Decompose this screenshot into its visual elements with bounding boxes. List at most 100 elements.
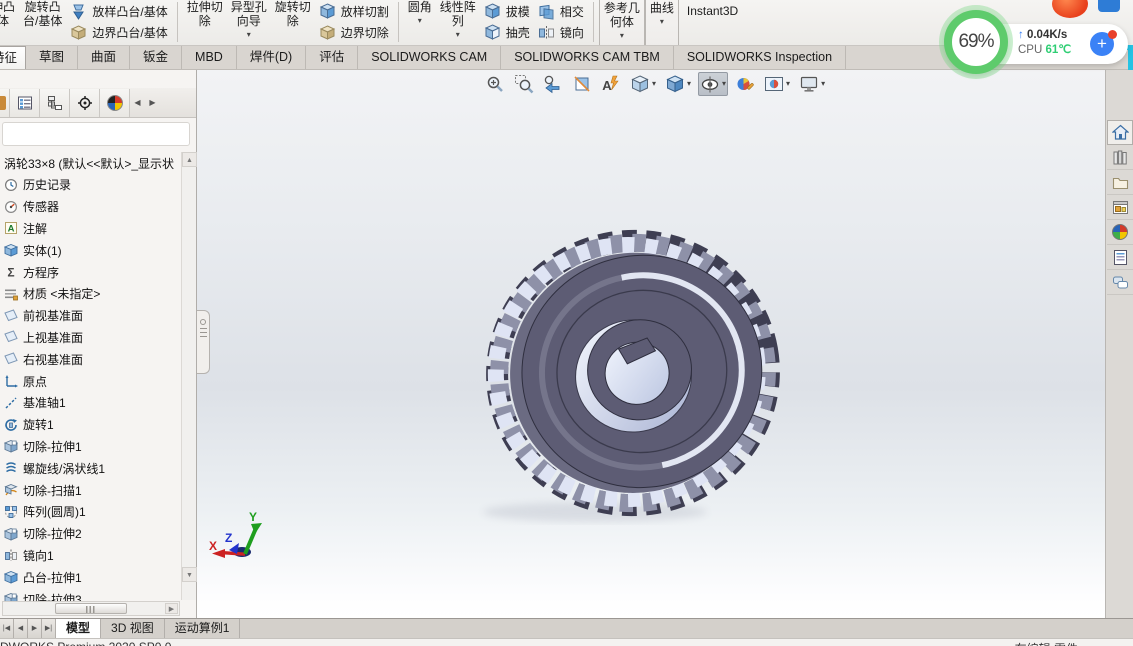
zoom-to-fit-button[interactable] xyxy=(483,72,507,96)
tree-item-cut-extrude2[interactable]: 切除-拉伸2 xyxy=(0,523,180,545)
tree-item-equations[interactable]: 方程序 xyxy=(0,261,180,283)
instant3d-button[interactable]: Instant3D xyxy=(679,2,746,20)
tree-item-sensors[interactable]: 传感器 xyxy=(0,196,180,218)
dropdown-caret-icon[interactable]: ▾ xyxy=(786,79,790,89)
model-tab[interactable]: 模型 xyxy=(56,619,101,638)
extruded-boss-button[interactable]: 拉伸凸 基体 xyxy=(0,0,19,28)
tree-item-history[interactable]: 历史记录 xyxy=(0,174,180,196)
apply-scene-button[interactable]: ▾ xyxy=(762,72,792,96)
boundary-boss-button[interactable]: 边界凸台/基体 xyxy=(66,22,171,43)
dropdown-caret-icon[interactable]: ▾ xyxy=(722,79,726,89)
linear-pattern-button[interactable]: 线性阵 列 ▾ xyxy=(436,0,480,40)
tab-sheet-metal[interactable]: 钣金 xyxy=(130,46,182,69)
forum-tab[interactable] xyxy=(1107,270,1133,295)
file-explorer-tab[interactable] xyxy=(1107,170,1133,195)
tab-weldments[interactable]: 焊件(D) xyxy=(237,46,306,69)
zoom-to-area-button[interactable] xyxy=(512,72,536,96)
graphics-viewport[interactable]: ▾ ▾ ▾ ▾ ▾ xyxy=(196,70,1105,618)
tab-surfaces[interactable]: 曲面 xyxy=(78,46,130,69)
tab-solidworks-inspection[interactable]: SOLIDWORKS Inspection xyxy=(674,46,846,69)
tree-item-revolve[interactable]: 旋转1 xyxy=(0,414,180,436)
tree-item-circular-pattern[interactable]: 阵列(圆周)1 xyxy=(0,501,180,523)
mirror-button[interactable]: 镜向 xyxy=(534,22,588,43)
lofted-cut-button[interactable]: 放样切割 xyxy=(315,1,393,22)
revolved-cut-button[interactable]: 旋转切 除 xyxy=(271,0,315,28)
dropdown-caret-icon[interactable]: ▾ xyxy=(247,30,251,40)
appearances-tab[interactable] xyxy=(1107,220,1133,245)
tab-evaluate[interactable]: 评估 xyxy=(306,46,358,69)
edit-appearance-button[interactable] xyxy=(733,72,757,96)
tree-item-annotations[interactable]: 注解 xyxy=(0,218,180,240)
extruded-cut-button[interactable]: 拉伸切 除 xyxy=(183,0,227,28)
worm-gear-model[interactable] xyxy=(477,225,789,525)
configuration-manager-tab[interactable] xyxy=(70,89,100,117)
tree-item-cut-extrude1[interactable]: 切除-拉伸1 xyxy=(0,436,180,458)
tab-mbd[interactable]: MBD xyxy=(182,46,237,69)
scrollbar-thumb[interactable] xyxy=(55,603,127,614)
panel-tab-partial[interactable] xyxy=(0,89,10,117)
property-manager-tab[interactable] xyxy=(40,89,70,117)
tree-item-helix[interactable]: 螺旋线/涡状线1 xyxy=(0,457,180,479)
memory-percent-ring[interactable]: 69% xyxy=(944,10,1008,74)
hide-show-items-button[interactable]: ▾ xyxy=(698,72,728,96)
tree-item-top-plane[interactable]: 上视基准面 xyxy=(0,327,180,349)
view-settings-button[interactable]: ▾ xyxy=(797,72,827,96)
scroll-right-arrow[interactable]: ▶ xyxy=(165,603,178,614)
curves-button[interactable]: 曲线 ▾ xyxy=(645,0,679,46)
tree-item-material[interactable]: 材质 <未指定> xyxy=(0,283,180,305)
first-tab-button[interactable]: |◀ xyxy=(0,619,14,638)
hole-wizard-button[interactable]: 异型孔 向导 ▾ xyxy=(227,0,271,40)
draft-button[interactable]: 拔模 xyxy=(480,1,534,22)
tree-horizontal-scrollbar[interactable]: ▶ xyxy=(2,601,180,616)
view-palette-tab[interactable] xyxy=(1107,195,1133,220)
tree-item-solid-bodies[interactable]: 实体(1) xyxy=(0,239,180,261)
tree-item-right-plane[interactable]: 右视基准面 xyxy=(0,348,180,370)
dropdown-caret-icon[interactable]: ▾ xyxy=(418,16,422,26)
view-orientation-button[interactable]: ▾ xyxy=(628,72,658,96)
shell-button[interactable]: 抽壳 xyxy=(480,22,534,43)
tree-item-front-plane[interactable]: 前视基准面 xyxy=(0,305,180,327)
tree-item-mirror[interactable]: 镜向1 xyxy=(0,545,180,567)
design-library-tab[interactable] xyxy=(1107,145,1133,170)
panel-splitter-handle[interactable] xyxy=(197,310,210,374)
scroll-down-arrow[interactable]: ▼ xyxy=(182,567,197,582)
tab-features[interactable]: 特征 xyxy=(0,46,26,69)
previous-tab-button[interactable]: ◀ xyxy=(14,619,28,638)
lofted-boss-button[interactable]: 放样凸台/基体 xyxy=(66,1,171,22)
dropdown-caret-icon[interactable]: ▾ xyxy=(456,30,460,40)
previous-view-button[interactable] xyxy=(541,72,565,96)
3d-views-tab[interactable]: 3D 视图 xyxy=(101,619,165,638)
tree-item-axis[interactable]: 基准轴1 xyxy=(0,392,180,414)
tree-item-boss-extrude[interactable]: 凸台-拉伸1 xyxy=(0,566,180,588)
dimxpert-manager-tab[interactable] xyxy=(100,89,130,117)
tree-vertical-scrollbar[interactable]: ▲ ▼ xyxy=(181,152,196,600)
boundary-cut-button[interactable]: 边界切除 xyxy=(315,22,393,43)
dropdown-caret-icon[interactable]: ▾ xyxy=(821,79,825,89)
motion-study-tab[interactable]: 运动算例1 xyxy=(165,619,241,638)
tree-item-origin[interactable]: 原点 xyxy=(0,370,180,392)
fillet-button[interactable]: 圆角 ▾ xyxy=(404,0,436,26)
tab-solidworks-cam-tbm[interactable]: SOLIDWORKS CAM TBM xyxy=(501,46,674,69)
dropdown-caret-icon[interactable]: ▾ xyxy=(687,79,691,89)
section-view-button[interactable] xyxy=(570,72,594,96)
revolved-boss-button[interactable]: 旋转凸 台/基体 xyxy=(19,0,66,28)
resources-tab[interactable] xyxy=(1107,120,1133,145)
panel-tabs-scroll-left[interactable]: ◀ xyxy=(130,89,145,117)
panel-tabs-scroll-right[interactable]: ▶ xyxy=(145,89,160,117)
dropdown-caret-icon[interactable]: ▾ xyxy=(620,31,624,41)
tab-sketch[interactable]: 草图 xyxy=(26,46,78,69)
dropdown-caret-icon[interactable]: ▾ xyxy=(660,17,664,27)
display-style-button[interactable]: ▾ xyxy=(663,72,693,96)
next-tab-button[interactable]: ▶ xyxy=(28,619,42,638)
custom-properties-tab[interactable] xyxy=(1107,245,1133,270)
last-tab-button[interactable]: ▶| xyxy=(42,619,56,638)
scroll-up-arrow[interactable]: ▲ xyxy=(182,152,197,167)
tree-item-sweep-cut[interactable]: 切除-扫描1 xyxy=(0,479,180,501)
annotation-views-button[interactable] xyxy=(599,72,623,96)
dropdown-caret-icon[interactable]: ▾ xyxy=(652,79,656,89)
intersect-button[interactable]: 相交 xyxy=(534,1,588,22)
tab-solidworks-cam[interactable]: SOLIDWORKS CAM xyxy=(358,46,501,69)
tree-root-item[interactable]: 涡轮33×8 (默认<<默认>_显示状 xyxy=(0,152,180,174)
reference-geometry-button[interactable]: 参考几 何体 ▾ xyxy=(599,0,645,46)
feature-tree-tab[interactable] xyxy=(10,89,40,117)
